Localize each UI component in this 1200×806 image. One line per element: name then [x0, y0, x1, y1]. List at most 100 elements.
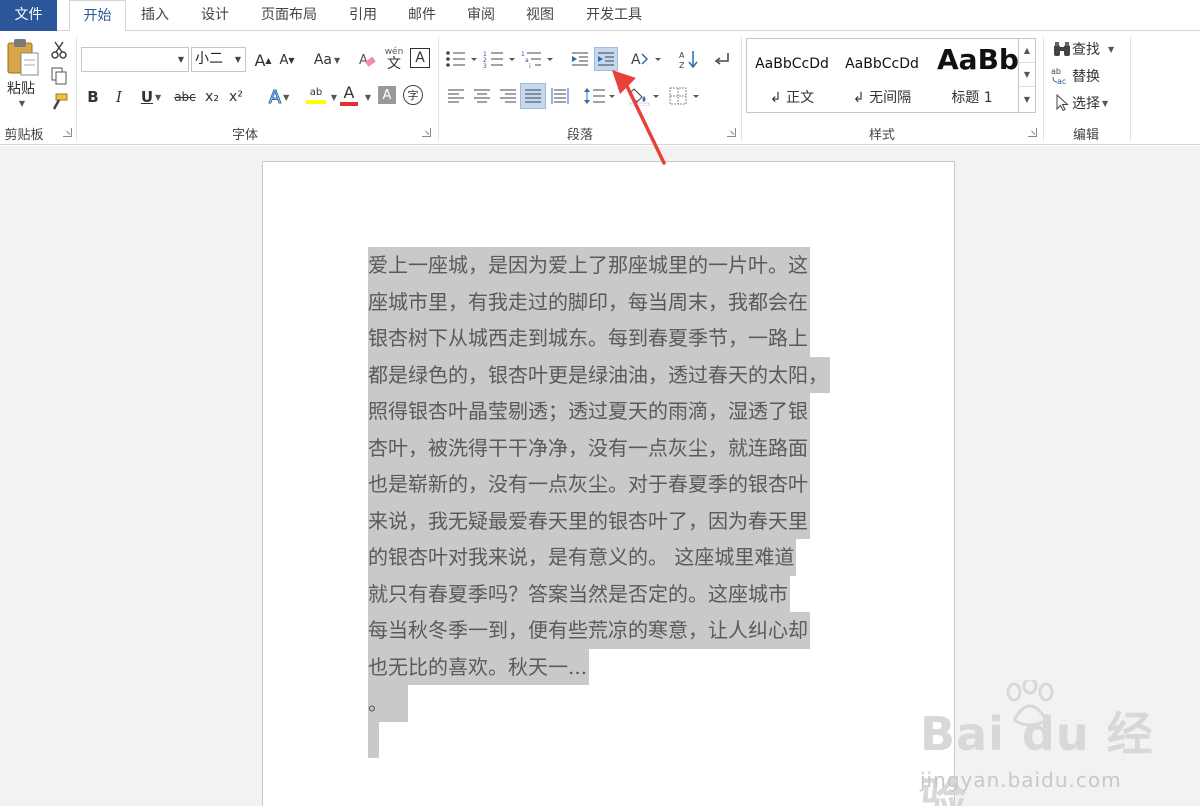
tab-review[interactable]: 审阅	[456, 0, 506, 31]
ribbon-tab-bar: 文件 开始 插入 设计 页面布局 引用 邮件 审阅 视图 开发工具	[0, 0, 1200, 32]
scroll-down-icon[interactable]: ▼	[1019, 63, 1035, 87]
style-item-heading-1[interactable]: AaBb 标题 1	[927, 39, 1019, 112]
clear-format-icon[interactable]: A	[356, 49, 378, 71]
text-line: 都是绿色的，银杏叶更是绿油油，透过春天的太阳，	[368, 356, 853, 393]
italic-button[interactable]: I	[110, 85, 128, 109]
selected-text[interactable]: 照得银杏叶晶莹剔透；透过夏天的雨滴，湿透了银	[368, 393, 810, 430]
styles-launcher-icon[interactable]	[1028, 128, 1037, 137]
selected-text[interactable]: 每当秋冬季一到，便有些荒凉的寒意，让人纠心却	[368, 612, 810, 649]
gallery-more-icon[interactable]: ▼	[1019, 87, 1035, 111]
watermark-url: jingyan.baidu.com	[920, 768, 1122, 792]
tab-developer[interactable]: 开发工具	[574, 0, 654, 31]
font-color-label: A	[343, 82, 355, 102]
chevron-down-icon[interactable]: ▼	[328, 85, 338, 109]
bold-button[interactable]: B	[84, 85, 102, 109]
align-left-icon[interactable]	[444, 85, 468, 107]
select-button[interactable]: 选择 ▼	[1052, 91, 1118, 115]
underline-button[interactable]: U ▼	[136, 85, 166, 109]
distributed-icon[interactable]	[548, 85, 572, 107]
grow-font-button[interactable]: A ▲	[252, 48, 274, 72]
character-border-button[interactable]: A	[410, 48, 430, 68]
font-launcher-icon[interactable]	[422, 128, 431, 137]
font-color-button[interactable]: A	[338, 81, 360, 109]
multilevel-list-icon[interactable]: 1ai	[520, 48, 556, 70]
document-page[interactable]: 爱上一座城，是因为爱上了那座城里的一片叶。这 座城市里，有我走过的脚印，每当周末…	[262, 161, 955, 806]
font-color-swatch	[340, 101, 358, 106]
format-painter-icon[interactable]	[48, 91, 70, 113]
paste-icon[interactable]	[4, 37, 42, 77]
tab-file[interactable]: 文件	[0, 0, 57, 31]
show-hide-marks-icon[interactable]	[710, 48, 734, 70]
change-case-button[interactable]: Aa ▼	[310, 48, 344, 72]
selected-text[interactable]: 也无比的喜欢。秋天一...	[368, 648, 590, 685]
style-name: ↲ 无间隔	[852, 90, 912, 106]
align-center-icon[interactable]	[470, 85, 494, 107]
shrink-font-button[interactable]: A ▼	[276, 48, 298, 72]
gallery-scrollbar[interactable]: ▲ ▼ ▼	[1018, 39, 1035, 112]
font-size-value: 小二	[195, 51, 223, 67]
numbering-icon[interactable]: 123	[482, 48, 518, 70]
selected-text[interactable]	[368, 721, 379, 758]
selected-text[interactable]: 都是绿色的，银杏叶更是绿油油，透过春天的太阳，	[368, 356, 830, 393]
strikethrough-button[interactable]: abc	[172, 85, 198, 109]
decrease-indent-icon[interactable]	[568, 48, 592, 70]
character-shading-button[interactable]: A	[378, 86, 396, 104]
document-body-text[interactable]: 爱上一座城，是因为爱上了那座城里的一片叶。这 座城市里，有我走过的脚印，每当周末…	[368, 247, 853, 758]
shrink-font-label: A	[279, 52, 289, 68]
font-name-input[interactable]: ▼	[81, 47, 189, 72]
styles-gallery[interactable]: AaBbCcDd ↲ 正文 AaBbCcDd ↲ 无间隔 AaBb 标题 1 ▲…	[746, 38, 1036, 113]
chevron-down-icon[interactable]: ▼	[231, 48, 245, 71]
chevron-down-icon[interactable]: ▼	[174, 48, 188, 71]
text-line: 就只有春夏季吗？答案当然是否定的。这座城市	[368, 575, 853, 612]
bullets-icon[interactable]	[444, 48, 480, 70]
tab-mailings[interactable]: 邮件	[397, 0, 447, 31]
style-item-no-spacing[interactable]: AaBbCcDd ↲ 无间隔	[837, 39, 927, 112]
phonetic-guide-button[interactable]: wén 文	[383, 45, 405, 73]
font-size-input[interactable]: 小二 ▼	[191, 47, 246, 72]
selected-text[interactable]: 。	[368, 685, 408, 722]
text-line: 每当秋冬季一到，便有些荒凉的寒意，让人纠心却	[368, 612, 853, 649]
clipboard-launcher-icon[interactable]	[63, 128, 72, 137]
style-name: 标题 1	[951, 90, 993, 106]
paste-dropdown-icon[interactable]: ▼	[12, 97, 30, 109]
style-item-normal[interactable]: AaBbCcDd ↲ 正文	[747, 39, 837, 112]
enclose-characters-button[interactable]: 字	[403, 85, 423, 105]
subscript-button[interactable]: x₂	[202, 85, 222, 109]
paragraph-launcher-icon[interactable]	[727, 128, 736, 137]
selected-text[interactable]: 就只有春夏季吗？答案当然是否定的。这座城市	[368, 575, 790, 612]
tab-view[interactable]: 视图	[515, 0, 565, 31]
tab-references[interactable]: 引用	[338, 0, 388, 31]
styles-group-label: 样式	[868, 128, 895, 143]
text-line	[368, 721, 853, 758]
tab-home[interactable]: 开始	[69, 0, 126, 32]
tab-page-layout[interactable]: 页面布局	[250, 0, 328, 31]
align-right-icon[interactable]	[496, 85, 520, 107]
scroll-up-icon[interactable]: ▲	[1019, 39, 1035, 63]
group-separator	[1130, 37, 1131, 141]
selected-text[interactable]: 也是崭新的，没有一点灰尘。对于春夏季的银杏叶	[368, 466, 810, 503]
text-line: 爱上一座城，是因为爱上了那座城里的一片叶。这	[368, 247, 853, 284]
svg-text:ac: ac	[1057, 77, 1066, 85]
sort-icon[interactable]: AZ	[677, 48, 701, 70]
selected-text[interactable]: 座城市里，有我走过的脚印，每当周末，我都会在	[368, 283, 810, 320]
tab-insert[interactable]: 插入	[130, 0, 180, 31]
group-separator	[1043, 37, 1044, 141]
selected-text[interactable]: 的银杏叶对我来说，是有意义的。 这座城里难道	[368, 539, 797, 576]
cut-icon[interactable]	[48, 39, 70, 61]
replace-button[interactable]: ab ac 替换	[1050, 64, 1110, 88]
justify-icon[interactable]	[520, 83, 546, 109]
underline-label: U	[140, 88, 154, 106]
copy-icon[interactable]	[48, 65, 70, 87]
paste-button[interactable]: 粘贴	[3, 79, 39, 97]
text-line: 银杏树下从城西走到城东。每到春夏季节，一路上	[368, 320, 853, 357]
selected-text[interactable]: 来说，我无疑最爱春天里的银杏叶了，因为春天里	[368, 502, 810, 539]
tab-design[interactable]: 设计	[190, 0, 240, 31]
svg-text:i: i	[529, 63, 531, 68]
selected-text[interactable]: 杏叶，被洗得干干净净，没有一点灰尘，就连路面	[368, 429, 810, 466]
selected-text[interactable]: 银杏树下从城西走到城东。每到春夏季节，一路上	[368, 320, 810, 357]
text-effects-button[interactable]: A ▼	[262, 85, 296, 109]
find-button[interactable]: 查找 ▼	[1052, 37, 1124, 61]
selected-text[interactable]: 爱上一座城，是因为爱上了那座城里的一片叶。这	[368, 247, 810, 284]
chevron-down-icon[interactable]: ▼	[362, 85, 372, 109]
superscript-button[interactable]: x²	[226, 85, 246, 109]
